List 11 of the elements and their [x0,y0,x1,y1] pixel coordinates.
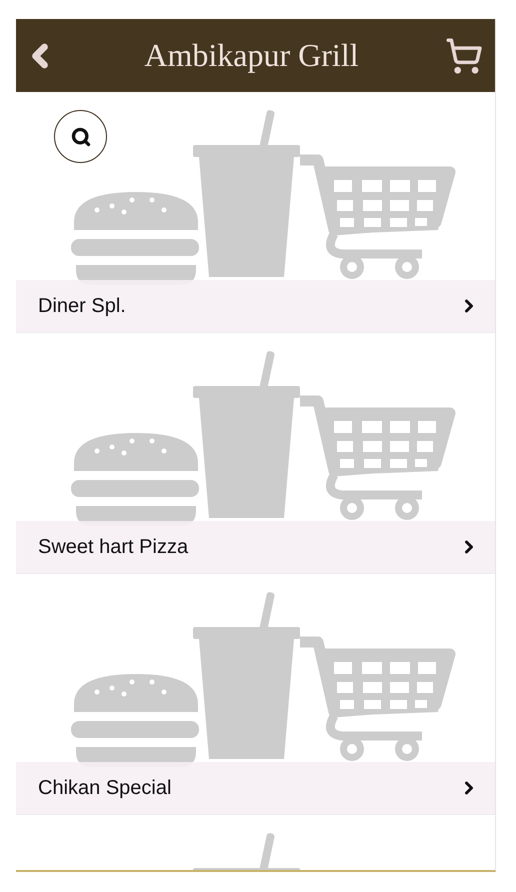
search-icon [70,126,90,146]
search-button[interactable] [54,110,107,163]
cart-icon [445,36,483,74]
category-row[interactable]: Chikan Special [16,762,495,814]
category-name: Sweet hart Pizza [38,536,188,558]
category-row[interactable]: Diner Spl. [16,280,495,332]
category-row[interactable]: Sweet hart Pizza [16,521,495,573]
cart-button[interactable] [445,36,483,74]
header-title: Ambikapur Grill [144,37,359,74]
category-name: Chikan Special [38,776,172,800]
category-name: Diner Spl. [38,294,126,318]
